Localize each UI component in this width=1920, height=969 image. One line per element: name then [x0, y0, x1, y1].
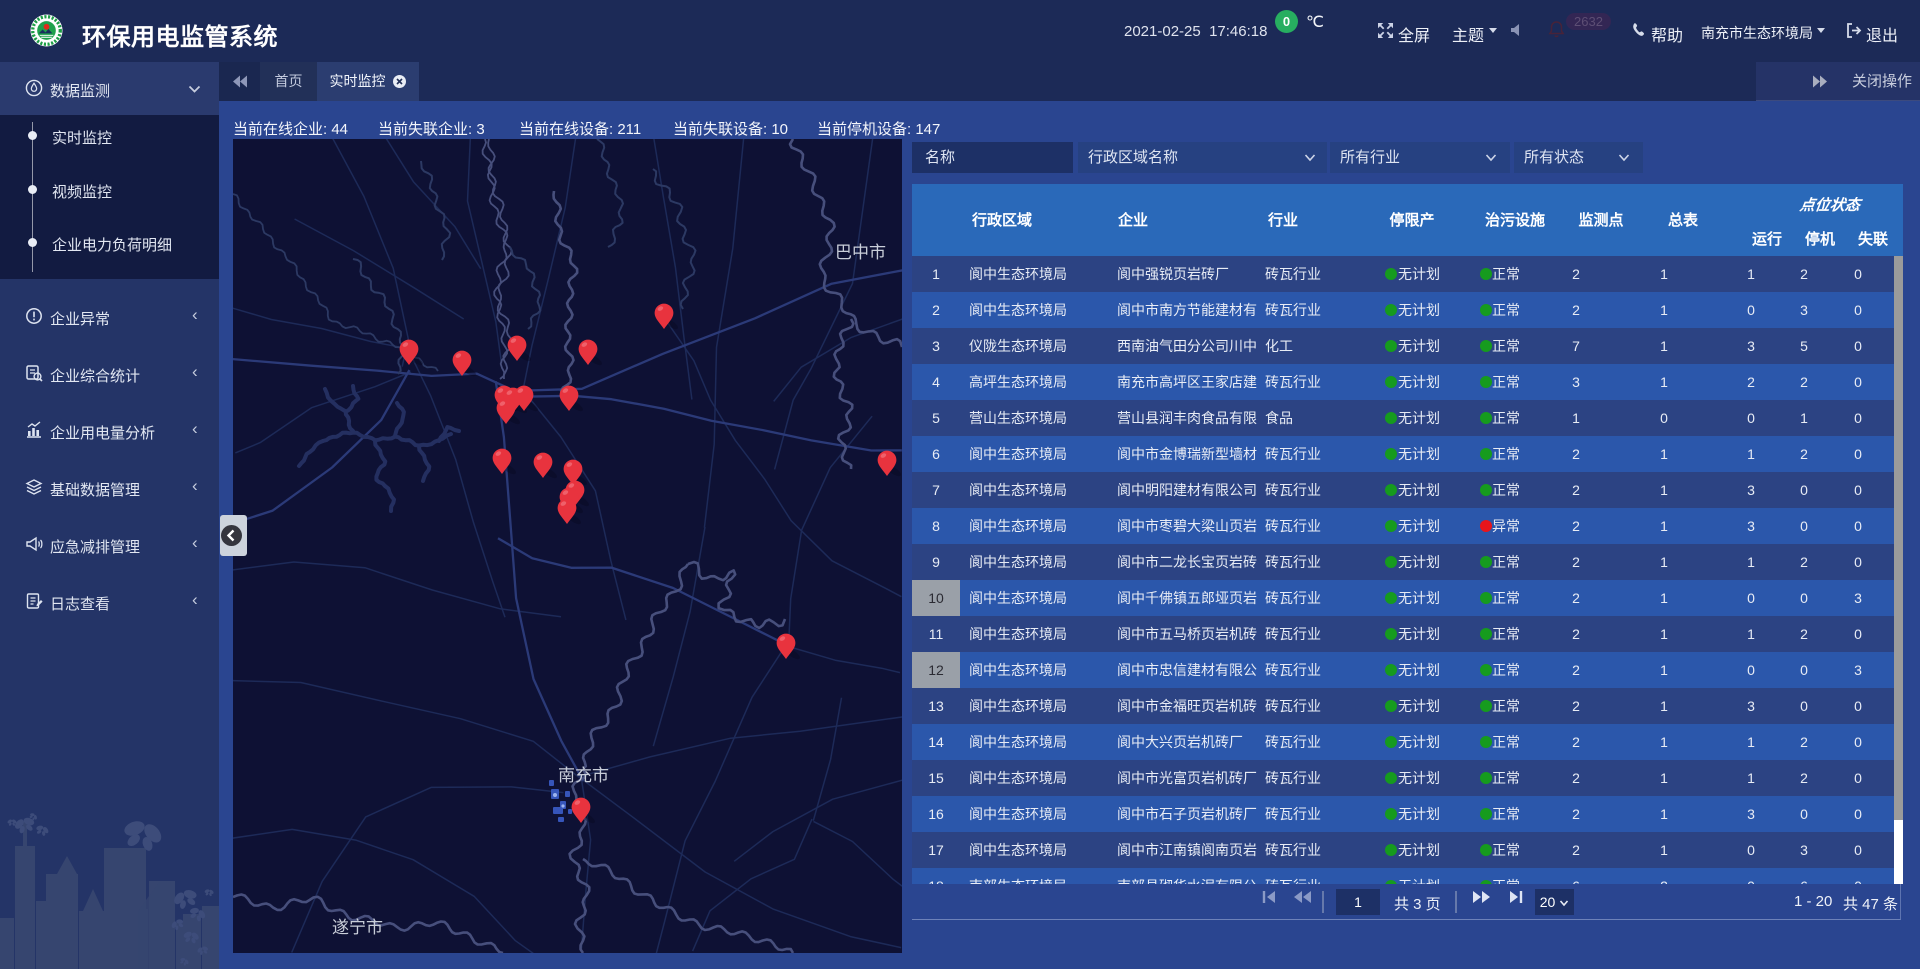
svg-text:遂宁市: 遂宁市: [332, 918, 383, 937]
svg-text:南充市: 南充市: [558, 766, 609, 785]
svg-text:巴中市: 巴中市: [835, 243, 886, 262]
